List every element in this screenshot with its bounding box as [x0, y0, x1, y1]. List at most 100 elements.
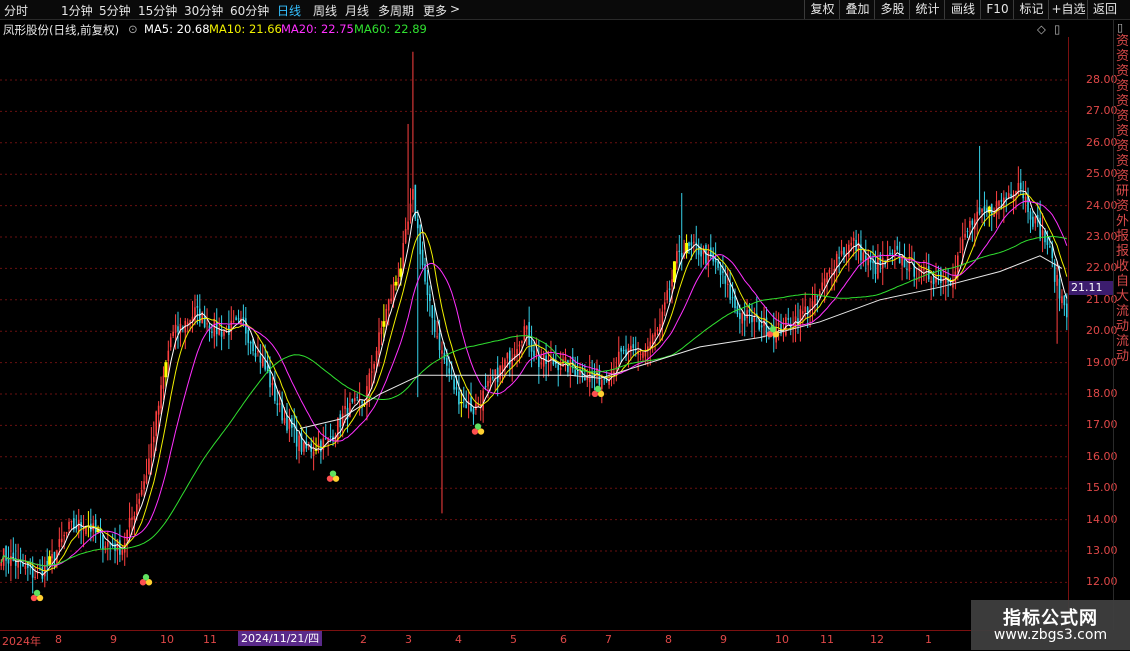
- candle-body: [852, 237, 855, 241]
- marker-dot: [769, 326, 777, 333]
- candle-body: [419, 225, 421, 255]
- candle-body: [472, 408, 475, 415]
- candle-body: [533, 350, 535, 357]
- candle-body: [811, 301, 814, 307]
- candle-body: [131, 517, 133, 520]
- fuquan-button[interactable]: 复权: [804, 0, 840, 19]
- candle-body: [382, 321, 386, 327]
- candle-body: [487, 380, 489, 387]
- side-tab-char[interactable]: 资: [1114, 49, 1130, 64]
- multi-stock-button[interactable]: 多股: [874, 0, 910, 19]
- candle-body: [126, 529, 128, 542]
- candle-body: [41, 567, 44, 579]
- side-tab-char[interactable]: 资: [1114, 139, 1130, 154]
- side-tab-char[interactable]: 外: [1114, 214, 1130, 229]
- candle-body: [458, 391, 460, 405]
- candle-body: [223, 330, 225, 336]
- side-tab-char[interactable]: 动: [1114, 319, 1130, 334]
- candle-body: [455, 387, 458, 390]
- side-tab-char[interactable]: 资: [1114, 109, 1130, 124]
- side-tab-char[interactable]: 研: [1114, 184, 1130, 199]
- candle-body: [1056, 274, 1058, 286]
- candle-body: [387, 299, 390, 311]
- stats-button[interactable]: 统计: [909, 0, 945, 19]
- side-tab-char[interactable]: 资: [1114, 199, 1130, 214]
- candle-body: [663, 302, 666, 310]
- candle-body: [397, 278, 400, 283]
- side-tab-char[interactable]: 资: [1114, 79, 1130, 94]
- tab-1min[interactable]: 1分钟: [61, 2, 93, 19]
- draw-line-button[interactable]: 画线: [944, 0, 981, 19]
- candle-body: [940, 271, 942, 283]
- candle-body: [475, 403, 477, 410]
- settings-circle-icon[interactable]: ⊙: [128, 22, 138, 36]
- candle-body: [957, 255, 959, 273]
- candle-body: [51, 553, 53, 559]
- candle-body: [559, 368, 562, 370]
- tab-60min[interactable]: 60分钟: [230, 2, 269, 19]
- diamond-icon[interactable]: ◇: [1037, 22, 1046, 36]
- candle-body: [143, 481, 145, 490]
- panel-toggle-icon[interactable]: ▯: [1054, 22, 1060, 36]
- mark-button[interactable]: 标记: [1013, 0, 1049, 19]
- overlay-button[interactable]: 叠加: [839, 0, 875, 19]
- candle-body: [525, 326, 528, 330]
- side-tab-char[interactable]: 报: [1114, 244, 1130, 259]
- back-button[interactable]: 返回: [1087, 0, 1122, 19]
- time-tick: 8: [665, 633, 672, 646]
- time-tick: 9: [720, 633, 727, 646]
- candle-body: [894, 250, 896, 254]
- candle-body: [148, 458, 150, 475]
- side-tab-char[interactable]: 资: [1114, 169, 1130, 184]
- side-tab-char[interactable]: 资: [1114, 34, 1130, 49]
- tab-weekly[interactable]: 周线: [313, 2, 337, 19]
- side-tab-char[interactable]: 资: [1114, 154, 1130, 169]
- candle-body: [731, 297, 734, 299]
- f10-button[interactable]: F10: [980, 0, 1014, 19]
- time-axis: 2024年8910111234567891011121: [0, 630, 1068, 651]
- tab-multi-period[interactable]: 多周期: [378, 2, 414, 19]
- candle-body: [416, 218, 419, 229]
- candle-body: [538, 357, 540, 368]
- candle-body: [283, 418, 286, 424]
- side-tab-char[interactable]: 流: [1114, 304, 1130, 319]
- side-tab-char[interactable]: 资: [1114, 94, 1130, 109]
- candle-body: [676, 251, 678, 264]
- candle-body: [521, 341, 523, 343]
- tab-30min[interactable]: 30分钟: [184, 2, 223, 19]
- chart-title: 凤形股份(日线,前复权): [3, 23, 120, 37]
- candle-body: [569, 359, 572, 376]
- tab-more[interactable]: 更多: [423, 2, 447, 19]
- tab-monthly[interactable]: 月线: [345, 2, 369, 19]
- tab-15min[interactable]: 15分钟: [138, 2, 177, 19]
- candle-body: [249, 342, 252, 344]
- candle-body: [523, 326, 526, 341]
- chevron-right-icon[interactable]: >: [450, 2, 460, 16]
- candle-body: [203, 316, 206, 328]
- side-tab-char[interactable]: 资: [1114, 124, 1130, 139]
- candle-body: [409, 203, 412, 221]
- side-tab-char[interactable]: 流: [1114, 334, 1130, 349]
- candle-body: [1053, 262, 1056, 282]
- add-watchlist-button[interactable]: +自选: [1048, 0, 1088, 19]
- side-tab-char[interactable]: 资: [1114, 64, 1130, 79]
- panel-icon[interactable]: ▯: [1117, 21, 1123, 34]
- side-tab-char[interactable]: 报: [1114, 229, 1130, 244]
- side-tab-char[interactable]: 收: [1114, 259, 1130, 274]
- candlestick-chart[interactable]: [0, 37, 1068, 630]
- candle-body: [70, 521, 73, 523]
- candle-body: [1032, 216, 1034, 227]
- tab-daily[interactable]: 日线: [277, 2, 301, 19]
- candle-body: [446, 358, 448, 366]
- tab-fenshi[interactable]: 分时: [4, 2, 28, 19]
- tab-5min[interactable]: 5分钟: [99, 2, 131, 19]
- side-tab-char[interactable]: 大: [1114, 289, 1130, 304]
- marker-dot: [329, 470, 337, 477]
- candle-body: [465, 404, 467, 409]
- side-tab-char[interactable]: 动: [1114, 349, 1130, 364]
- candle-body: [259, 355, 262, 363]
- side-tab-char[interactable]: 自: [1114, 274, 1130, 289]
- candle-body: [145, 475, 148, 484]
- candle-body: [278, 402, 281, 405]
- candle-body: [34, 576, 36, 578]
